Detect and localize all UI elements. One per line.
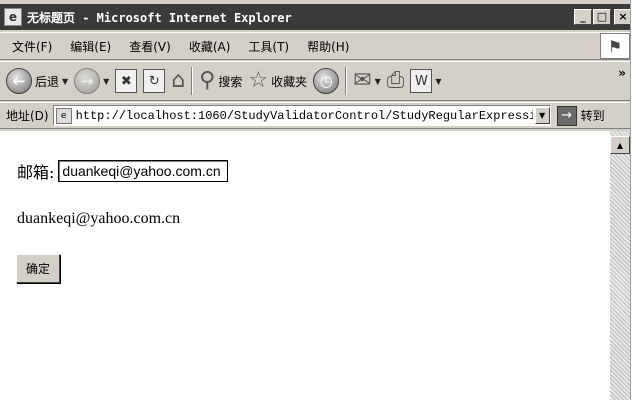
email-input[interactable]	[58, 160, 229, 182]
window-frame-right	[630, 0, 642, 400]
go-arrow-icon: →	[556, 105, 577, 126]
browser-window: e 无标题页 - Microsoft Internet Explorer _ □…	[0, 0, 642, 400]
back-arrow-icon: ←	[6, 68, 32, 94]
back-label: 后退	[35, 74, 60, 89]
address-input[interactable]	[75, 106, 533, 125]
menu-help[interactable]: 帮助(H)	[307, 38, 349, 55]
menu-view[interactable]: 查看(V)	[129, 38, 171, 55]
refresh-button[interactable]: ↻	[143, 65, 166, 97]
windows-logo-icon: ⚑	[600, 33, 630, 59]
forward-dropdown-icon[interactable]: ▼	[103, 77, 109, 86]
maximize-button[interactable]: □	[593, 9, 611, 25]
title-bar[interactable]: e 无标题页 - Microsoft Internet Explorer _ □…	[0, 4, 636, 30]
edit-icon: W	[410, 69, 433, 93]
star-icon: ☆	[248, 68, 269, 93]
page-icon: e	[55, 107, 72, 124]
history-button[interactable]: ◷	[313, 65, 340, 97]
toolbar-overflow-chevron[interactable]: »	[618, 66, 626, 80]
email-row: 邮箱:	[17, 159, 229, 183]
history-icon: ◷	[313, 68, 340, 94]
ie-page-icon: e	[4, 8, 22, 26]
address-bar: 地址(D) e ▼ → 转到	[0, 102, 636, 129]
mail-dropdown-icon[interactable]: ▼	[375, 77, 381, 86]
menu-bar: 文件(F) 编辑(E) 查看(V) 收藏(A) 工具(T) 帮助(H) ⚑	[0, 32, 636, 60]
menu-tools[interactable]: 工具(T)	[248, 38, 289, 55]
vertical-scrollbar[interactable]: ▲	[610, 131, 630, 400]
go-button[interactable]: → 转到	[556, 105, 605, 126]
print-icon: ⎙	[386, 68, 405, 93]
address-dropdown-icon[interactable]: ▼	[534, 107, 550, 124]
page-content: 邮箱: duankeqi@yahoo.com.cn 确定	[0, 131, 610, 400]
menu-edit[interactable]: 编辑(E)	[70, 38, 111, 55]
forward-arrow-icon: →	[74, 68, 101, 94]
search-icon: ⚲	[199, 68, 216, 93]
submit-button[interactable]: 确定	[16, 254, 60, 283]
favorites-button[interactable]: ☆ 收藏夹	[248, 65, 307, 97]
standard-toolbar: ← 后退 ▼ → ▼ ✖ ↻ ⌂ ⚲ 搜索 ☆ 收藏夹 ◷ ✉ ▼ ⎙ W ▼ …	[0, 61, 636, 101]
stop-button[interactable]: ✖	[115, 65, 138, 97]
mail-button[interactable]: ✉ ▼	[353, 65, 381, 97]
minimize-button[interactable]: _	[574, 9, 592, 25]
scroll-up-arrow-icon[interactable]: ▲	[610, 136, 630, 154]
window-controls: _ □ ×	[573, 9, 632, 25]
edit-button[interactable]: W ▼	[410, 65, 442, 97]
stop-icon: ✖	[115, 69, 138, 93]
mail-icon: ✉	[353, 68, 372, 93]
window-title: 无标题页 - Microsoft Internet Explorer	[27, 10, 292, 25]
edit-dropdown-icon[interactable]: ▼	[435, 77, 441, 86]
menu-file[interactable]: 文件(F)	[12, 38, 52, 55]
back-button[interactable]: ← 后退 ▼	[6, 65, 68, 97]
address-combo[interactable]: e ▼	[52, 105, 551, 126]
home-icon: ⌂	[171, 68, 186, 93]
echo-text: duankeqi@yahoo.com.cn	[17, 210, 181, 227]
go-label: 转到	[580, 109, 605, 123]
print-button[interactable]: ⎙	[387, 65, 405, 97]
toolbar-separator	[191, 67, 194, 95]
home-button[interactable]: ⌂	[171, 65, 185, 97]
favorites-label: 收藏夹	[271, 74, 308, 89]
email-label: 邮箱:	[17, 163, 55, 182]
refresh-icon: ↻	[143, 69, 166, 93]
address-label: 地址(D)	[6, 109, 49, 123]
search-button[interactable]: ⚲ 搜索	[199, 65, 242, 97]
toolbar-separator	[345, 67, 348, 95]
forward-button[interactable]: → ▼	[74, 65, 109, 97]
menu-favorites[interactable]: 收藏(A)	[189, 38, 231, 55]
search-label: 搜索	[218, 74, 243, 89]
back-dropdown-icon[interactable]: ▼	[62, 77, 68, 86]
